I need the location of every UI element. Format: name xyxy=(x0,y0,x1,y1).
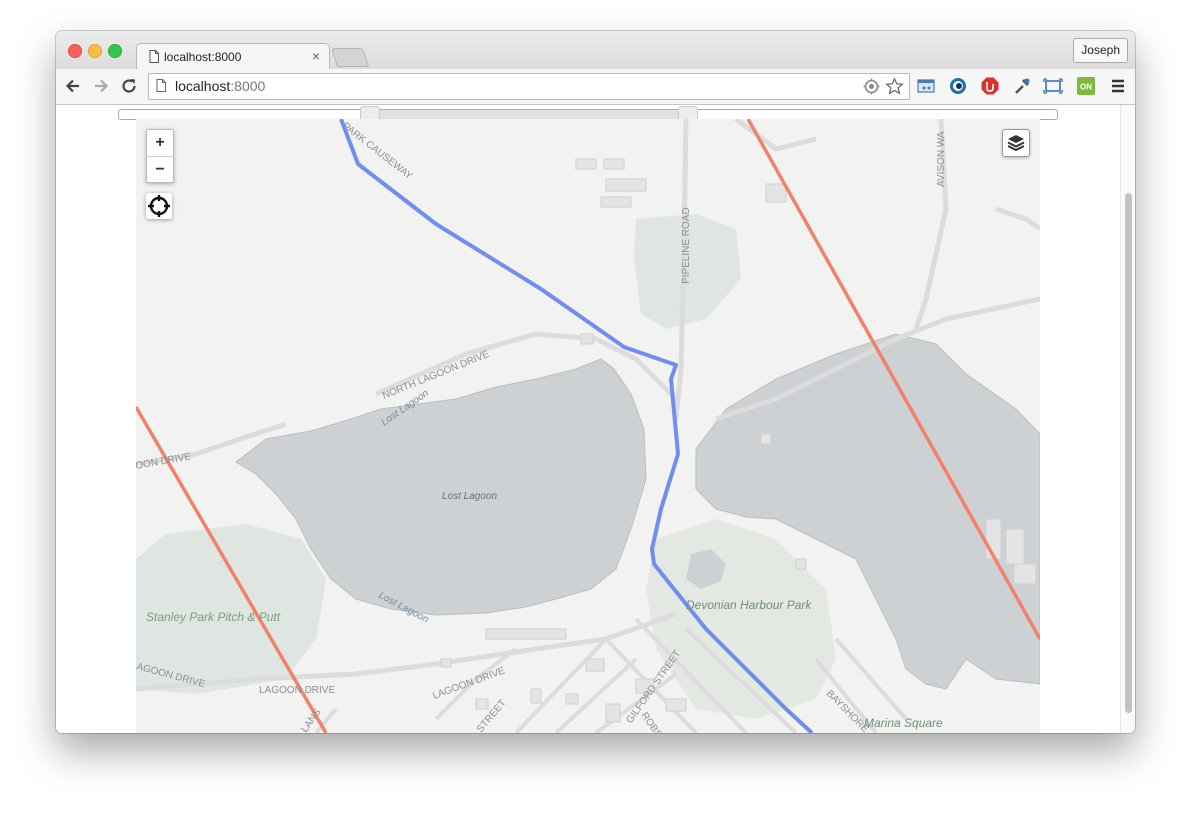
map-view[interactable]: PIPELINE ROAD NORTH LAGOON DRIVE Lost La… xyxy=(136,119,1040,733)
zoom-control: + − xyxy=(146,129,174,183)
crosshair-icon xyxy=(148,195,170,217)
tab-close-icon[interactable]: × xyxy=(312,48,320,64)
tab-localhost[interactable]: localhost:8000 × xyxy=(136,43,330,71)
ad-block-stop-icon[interactable] xyxy=(980,76,1000,96)
layers-icon xyxy=(1007,135,1025,152)
bookmark-star-icon[interactable] xyxy=(885,77,904,96)
map-label-pipeline-road: PIPELINE ROAD xyxy=(681,207,692,284)
park-area xyxy=(646,519,836,719)
browser-window: localhost:8000 × Joseph localhost:8000 O… xyxy=(56,31,1135,733)
profile-button[interactable]: Joseph xyxy=(1073,38,1128,63)
map-label-avison-way: AVISON WA xyxy=(936,131,947,187)
eyedropper-icon[interactable] xyxy=(1012,76,1032,96)
window-maximize-button[interactable] xyxy=(108,44,122,58)
window-close-button[interactable] xyxy=(68,44,82,58)
locate-me-button[interactable] xyxy=(146,193,172,219)
page-scrollbar[interactable] xyxy=(1120,105,1135,733)
zoom-out-button[interactable]: − xyxy=(147,157,173,183)
range-selection xyxy=(369,110,687,119)
layers-button[interactable] xyxy=(1002,129,1030,157)
window-resize-icon[interactable] xyxy=(1043,76,1063,96)
location-target-icon[interactable] xyxy=(863,78,880,95)
back-arrow-icon[interactable] xyxy=(63,76,83,96)
page-info-icon[interactable] xyxy=(156,79,166,92)
tab-manager-extension-icon[interactable] xyxy=(916,76,936,96)
map-label-robson: ROBS xyxy=(639,710,664,733)
address-text: localhost:8000 xyxy=(175,78,265,94)
map-label-marina-square: Marina Square xyxy=(864,716,943,730)
map-label-lagoon-drive-2: LAGOON DRIVE xyxy=(259,685,335,696)
map-label-lost-lagoon-center: Lost Lagoon xyxy=(442,491,497,502)
forward-arrow-icon[interactable] xyxy=(91,76,111,96)
scrollbar-thumb[interactable] xyxy=(1125,193,1132,713)
page-icon xyxy=(149,50,159,63)
address-host: localhost xyxy=(175,78,231,94)
map-label-devonian-harbour-park: Devonian Harbour Park xyxy=(686,598,812,612)
new-tab-button[interactable] xyxy=(330,48,370,67)
reload-icon[interactable] xyxy=(119,76,139,96)
map-label-stanley-park-pitch-putt: Stanley Park Pitch & Putt xyxy=(146,610,281,624)
page-content: PIPELINE ROAD NORTH LAGOON DRIVE Lost La… xyxy=(56,105,1135,733)
eye-extension-icon[interactable] xyxy=(948,76,968,96)
menu-hamburger-icon[interactable] xyxy=(1108,76,1128,96)
svg-text:ON: ON xyxy=(1080,83,1092,92)
window-minimize-button[interactable] xyxy=(88,44,102,58)
map-label-lagoon-drive-3: LAGOON DRIVE xyxy=(431,665,507,701)
zoom-in-button[interactable]: + xyxy=(147,130,173,157)
tab-title: localhost:8000 xyxy=(164,50,242,64)
title-bar: localhost:8000 × Joseph xyxy=(56,31,1135,71)
map-canvas[interactable]: PIPELINE ROAD NORTH LAGOON DRIVE Lost La… xyxy=(136,119,1040,733)
address-port: :8000 xyxy=(230,78,266,94)
on-toggle-extension-icon[interactable]: ON xyxy=(1076,76,1096,96)
address-bar[interactable]: localhost:8000 xyxy=(148,73,910,100)
browser-toolbar: localhost:8000 ON xyxy=(56,69,1135,105)
